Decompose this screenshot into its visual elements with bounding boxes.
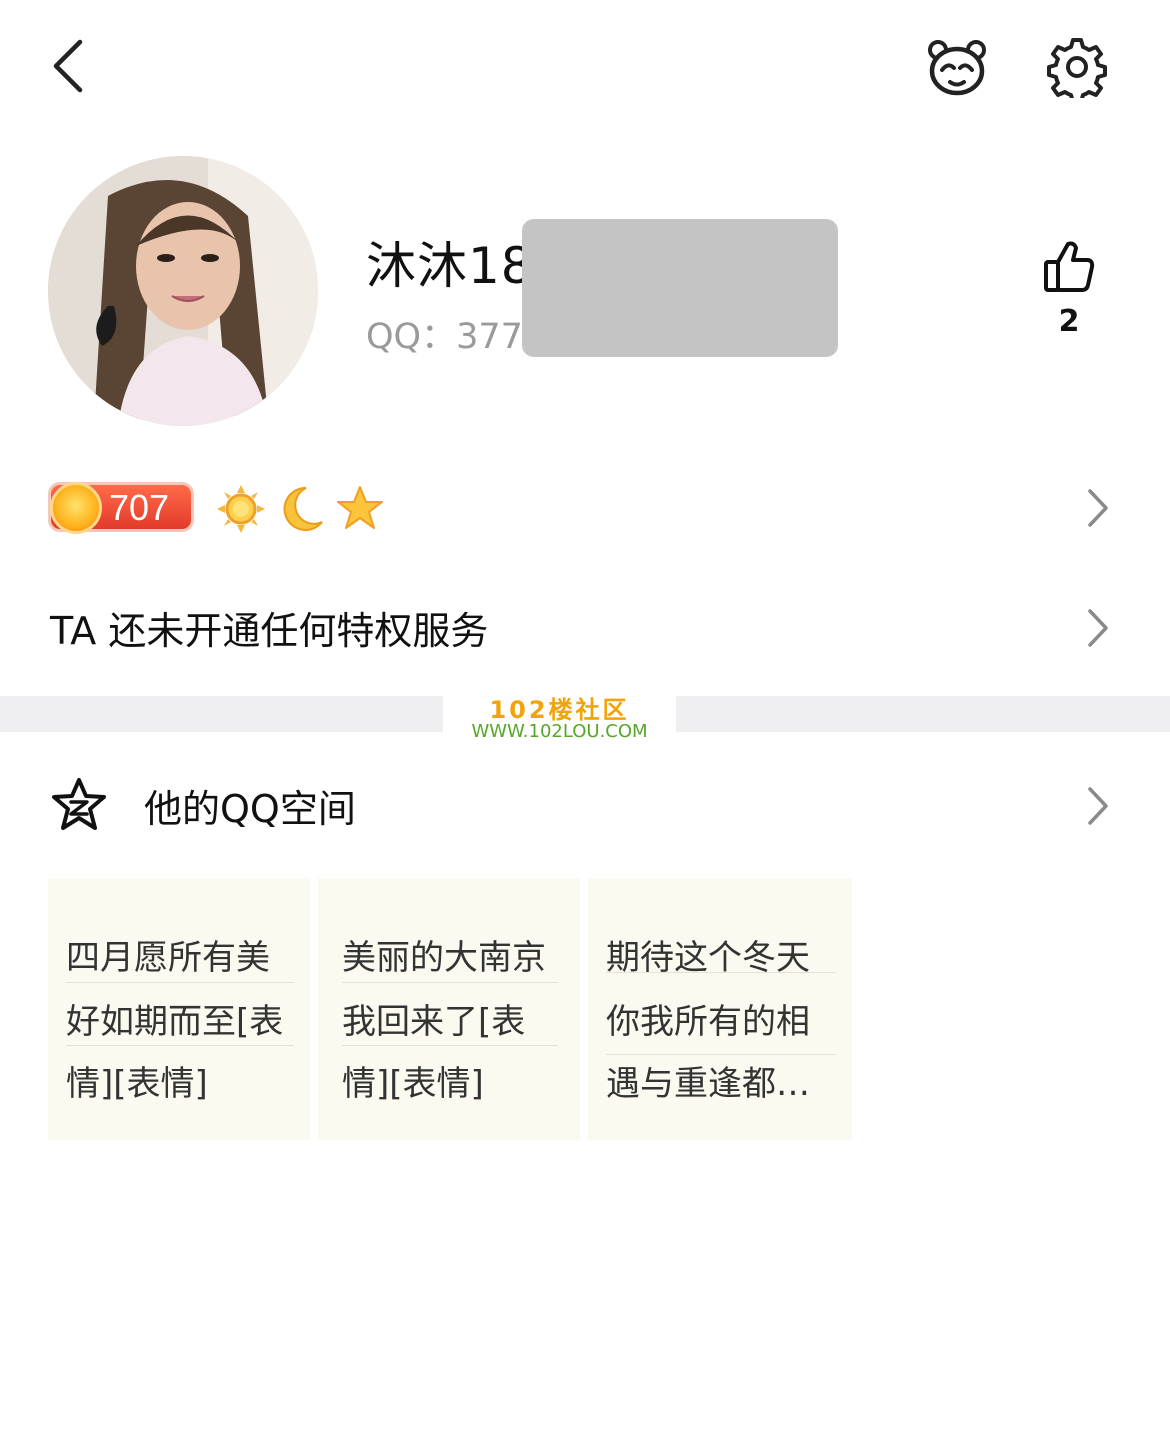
like-count: 2: [1058, 304, 1080, 339]
avatar[interactable]: [48, 156, 318, 426]
thumbs-up-icon: [1044, 241, 1095, 292]
sun-icon: [217, 485, 265, 533]
post-text-line: 你我所有的相: [606, 1002, 810, 1042]
crown-coin-icon: [50, 482, 102, 534]
panda-button[interactable]: [924, 34, 990, 100]
post-text-line: 情][表情]: [342, 1064, 484, 1104]
watermark-title: 102楼社区: [489, 696, 630, 724]
chevron-left-icon: [53, 39, 83, 93]
post-text-line: 好如期而至[表: [66, 1002, 284, 1042]
post-text-line: 四月愿所有美: [66, 938, 270, 978]
card-divider: [342, 1045, 558, 1046]
level-row[interactable]: 707: [40, 470, 1130, 546]
post-text-line: 期待这个冬天: [606, 938, 810, 978]
card-divider: [606, 1054, 836, 1055]
qzone-post-card[interactable]: 四月愿所有美 好如期而至[表 情][表情]: [48, 878, 310, 1140]
post-text-line: 我回来了[表: [342, 1002, 526, 1042]
qq-number-line: QQ：377: [366, 308, 523, 359]
chevron-right-icon: [1088, 609, 1108, 647]
qzone-post-card[interactable]: 美丽的大南京 我回来了[表 情][表情]: [318, 878, 580, 1140]
settings-button[interactable]: [1046, 36, 1108, 104]
qq-number: 377: [456, 317, 523, 357]
like-button[interactable]: [1040, 238, 1098, 296]
qzone-row[interactable]: 他的QQ空间: [40, 768, 1130, 844]
card-divider: [342, 982, 558, 983]
star-icon: [337, 486, 383, 529]
back-button[interactable]: [40, 30, 104, 102]
level-value: 707: [109, 487, 170, 528]
moon-icon: [283, 486, 323, 531]
gear-icon: [1047, 38, 1107, 104]
watermark: 102楼社区 WWW.102LOU.COM: [443, 696, 676, 742]
post-text-line: 美丽的大南京: [342, 938, 546, 978]
post-text-line: 情][表情]: [66, 1064, 208, 1104]
panda-icon: [928, 40, 986, 96]
chevron-right-icon: [1088, 787, 1108, 825]
post-text-line: 遇与重逢都…: [606, 1064, 810, 1104]
watermark-url: WWW.102LOU.COM: [471, 721, 648, 742]
qzone-post-card[interactable]: 期待这个冬天 你我所有的相 遇与重逢都…: [588, 878, 852, 1140]
nickname: 沐沐18: [366, 237, 534, 295]
card-divider: [66, 1045, 294, 1046]
privilege-row[interactable]: TA 还未开通任何特权服务: [40, 590, 1130, 666]
redaction-mask: [522, 219, 838, 357]
card-divider: [66, 982, 294, 983]
chevron-right-icon: [1088, 489, 1108, 527]
qq-label: QQ：: [366, 317, 457, 357]
privilege-text: TA 还未开通任何特权服务: [50, 609, 489, 653]
qzone-star-icon: [52, 778, 106, 830]
qzone-title: 他的QQ空间: [144, 787, 356, 831]
avatar-photo: [48, 156, 318, 426]
